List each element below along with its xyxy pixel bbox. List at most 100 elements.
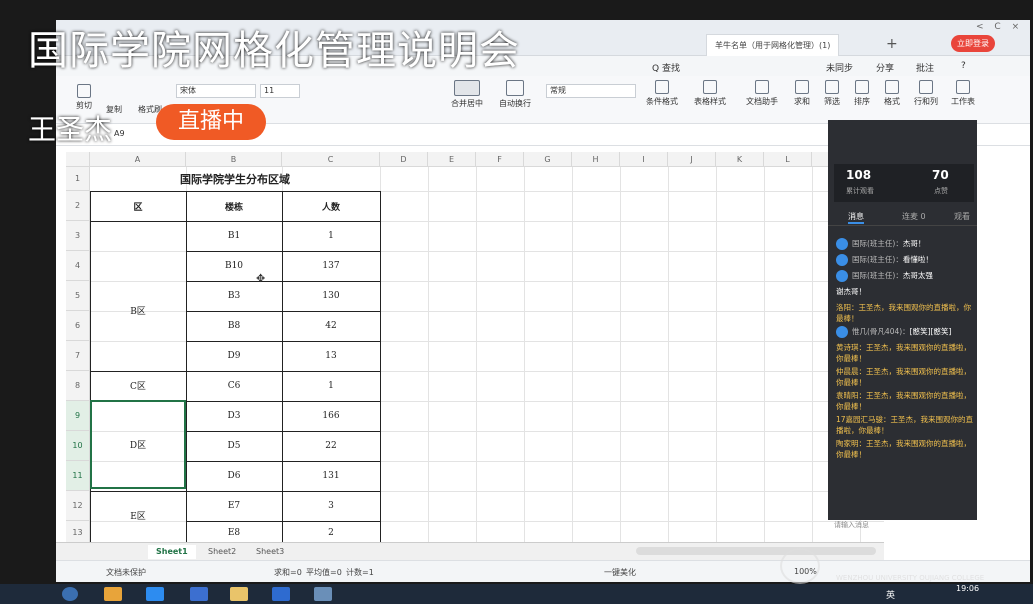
count-cell[interactable]: 13 — [282, 341, 380, 371]
building-cell[interactable]: B8 — [186, 311, 282, 341]
spreadsheet-grid[interactable]: ABCDEFGHIJKLM 12345678910111213 国际学院学生分布… — [66, 152, 884, 545]
folder-icon[interactable] — [230, 587, 248, 601]
building-cell[interactable]: C6 — [186, 371, 282, 401]
building-cell[interactable]: E7 — [186, 491, 282, 521]
sum-button[interactable]: 求和 — [794, 80, 810, 107]
region-cell-b[interactable]: B区 — [90, 251, 186, 370]
sheet-tab-3[interactable]: Sheet3 — [248, 545, 292, 559]
app-icon-3[interactable] — [314, 587, 332, 601]
table-title[interactable]: 国际学院学生分布区域 — [90, 167, 380, 191]
count-cell[interactable]: 3 — [282, 491, 380, 521]
count-cell[interactable]: 42 — [282, 311, 380, 341]
column-header-f[interactable]: F — [476, 152, 524, 167]
help-icon[interactable]: < — [976, 22, 984, 32]
rows-cols-button[interactable]: 行和列 — [914, 80, 938, 107]
worksheet-button[interactable]: 工作表 — [951, 80, 975, 107]
help-button[interactable]: ? — [961, 61, 966, 71]
column-header-l[interactable]: L — [764, 152, 812, 167]
column-header-i[interactable]: I — [620, 152, 668, 167]
chat-input[interactable]: 请输入消息 — [834, 520, 869, 530]
table-style-button[interactable]: 表格样式 — [694, 80, 726, 107]
font-size-select[interactable]: 11 — [260, 84, 300, 98]
row-header-11[interactable]: 11 — [66, 461, 90, 491]
app-icon-2[interactable] — [190, 587, 208, 601]
row-header-4[interactable]: 4 — [66, 251, 90, 281]
column-header-b[interactable]: B — [186, 152, 282, 167]
merge-center-button[interactable]: 合并居中 — [451, 80, 483, 109]
column-header-a[interactable]: A — [90, 152, 186, 167]
building-cell[interactable]: D6 — [186, 461, 282, 491]
tab-messages[interactable]: 消息 — [848, 211, 864, 224]
sheet-tab-1[interactable]: Sheet1 — [148, 545, 196, 559]
tab-mic[interactable]: 连麦 0 — [902, 211, 926, 222]
font-name-select[interactable]: 宋体 — [176, 84, 256, 98]
window-controls[interactable]: < C × — [976, 22, 1019, 32]
start-button-icon[interactable] — [62, 587, 78, 601]
column-header-e[interactable]: E — [428, 152, 476, 167]
count-cell[interactable]: 22 — [282, 431, 380, 461]
row-header-13[interactable]: 13 — [66, 521, 90, 544]
count-cell[interactable]: 130 — [282, 281, 380, 311]
row-header-10[interactable]: 10 — [66, 431, 90, 461]
region-cell-c[interactable]: C区 — [90, 370, 186, 400]
region-cell-e[interactable]: E区 — [90, 489, 186, 542]
building-cell[interactable]: B3 — [186, 281, 282, 311]
building-cell[interactable]: D3 — [186, 401, 282, 431]
clock[interactable]: 19:06 — [956, 584, 979, 593]
column-header-c[interactable]: C — [282, 152, 380, 167]
building-cell[interactable]: B10 — [186, 251, 282, 281]
horizontal-scrollbar[interactable] — [636, 547, 876, 555]
row-header-6[interactable]: 6 — [66, 311, 90, 341]
column-header-h[interactable]: H — [572, 152, 620, 167]
row-header-5[interactable]: 5 — [66, 281, 90, 311]
sheet-tab-2[interactable]: Sheet2 — [200, 545, 244, 559]
add-tab-button[interactable]: + — [886, 36, 898, 52]
count-cell[interactable]: 131 — [282, 461, 380, 491]
restore-icon[interactable]: C — [994, 22, 1000, 32]
filter-button[interactable]: 筛选 — [824, 80, 840, 107]
count-cell[interactable]: 137 — [282, 251, 380, 281]
select-all-corner[interactable] — [66, 152, 90, 167]
building-cell[interactable]: D5 — [186, 431, 282, 461]
count-cell[interactable]: 2 — [282, 521, 380, 544]
column-header-d[interactable]: D — [380, 152, 428, 167]
conditional-format-button[interactable]: 条件格式 — [646, 80, 678, 107]
row-header-2[interactable]: 2 — [66, 191, 90, 221]
tab-viewers[interactable]: 观看 — [954, 211, 970, 222]
app-icon-1[interactable] — [146, 587, 164, 601]
column-header-j[interactable]: J — [668, 152, 716, 167]
building-cell[interactable]: E8 — [186, 521, 282, 544]
column-header-k[interactable]: K — [716, 152, 764, 167]
region-cell-d-selected[interactable]: D区 — [90, 400, 186, 489]
wrap-text-button[interactable]: 自动换行 — [499, 80, 531, 109]
sync-status[interactable]: 未同步 — [826, 61, 853, 74]
column-header-g[interactable]: G — [524, 152, 572, 167]
browser-icon[interactable] — [104, 587, 122, 601]
ime-indicator[interactable]: 英 — [886, 588, 895, 601]
name-box[interactable]: A9 — [114, 129, 125, 138]
building-cell[interactable]: D9 — [186, 341, 282, 371]
row-header-3[interactable]: 3 — [66, 221, 90, 251]
number-format-select[interactable]: 常规 — [546, 84, 636, 98]
close-icon[interactable]: × — [1012, 22, 1020, 32]
header-count[interactable]: 人数 — [282, 191, 380, 221]
row-header-9[interactable]: 9 — [66, 401, 90, 431]
wps-taskbar-icon[interactable] — [272, 587, 290, 601]
count-cell[interactable]: 166 — [282, 401, 380, 431]
protect-status[interactable]: 文档未保护 — [106, 567, 146, 578]
header-region[interactable]: 区 — [90, 191, 186, 221]
document-tab-active[interactable]: 羊牛名单（用于网格化管理）(1) — [706, 34, 840, 56]
login-button[interactable]: 立即登录 — [951, 35, 995, 52]
cut-button[interactable]: 剪切 — [76, 84, 92, 111]
sort-button[interactable]: 排序 — [854, 80, 870, 107]
doc-assistant-button[interactable]: 文档助手 — [746, 80, 778, 107]
format-button[interactable]: 格式 — [884, 80, 900, 107]
header-building[interactable]: 楼栋 — [186, 191, 282, 221]
row-header-12[interactable]: 12 — [66, 491, 90, 521]
count-cell[interactable]: 1 — [282, 221, 380, 251]
row-header-8[interactable]: 8 — [66, 371, 90, 401]
share-button[interactable]: 分享 — [876, 61, 894, 74]
beautify-button[interactable]: 一键美化 — [604, 567, 636, 578]
find-button[interactable]: Q 查找 — [652, 61, 680, 74]
comment-button[interactable]: 批注 — [916, 61, 934, 74]
